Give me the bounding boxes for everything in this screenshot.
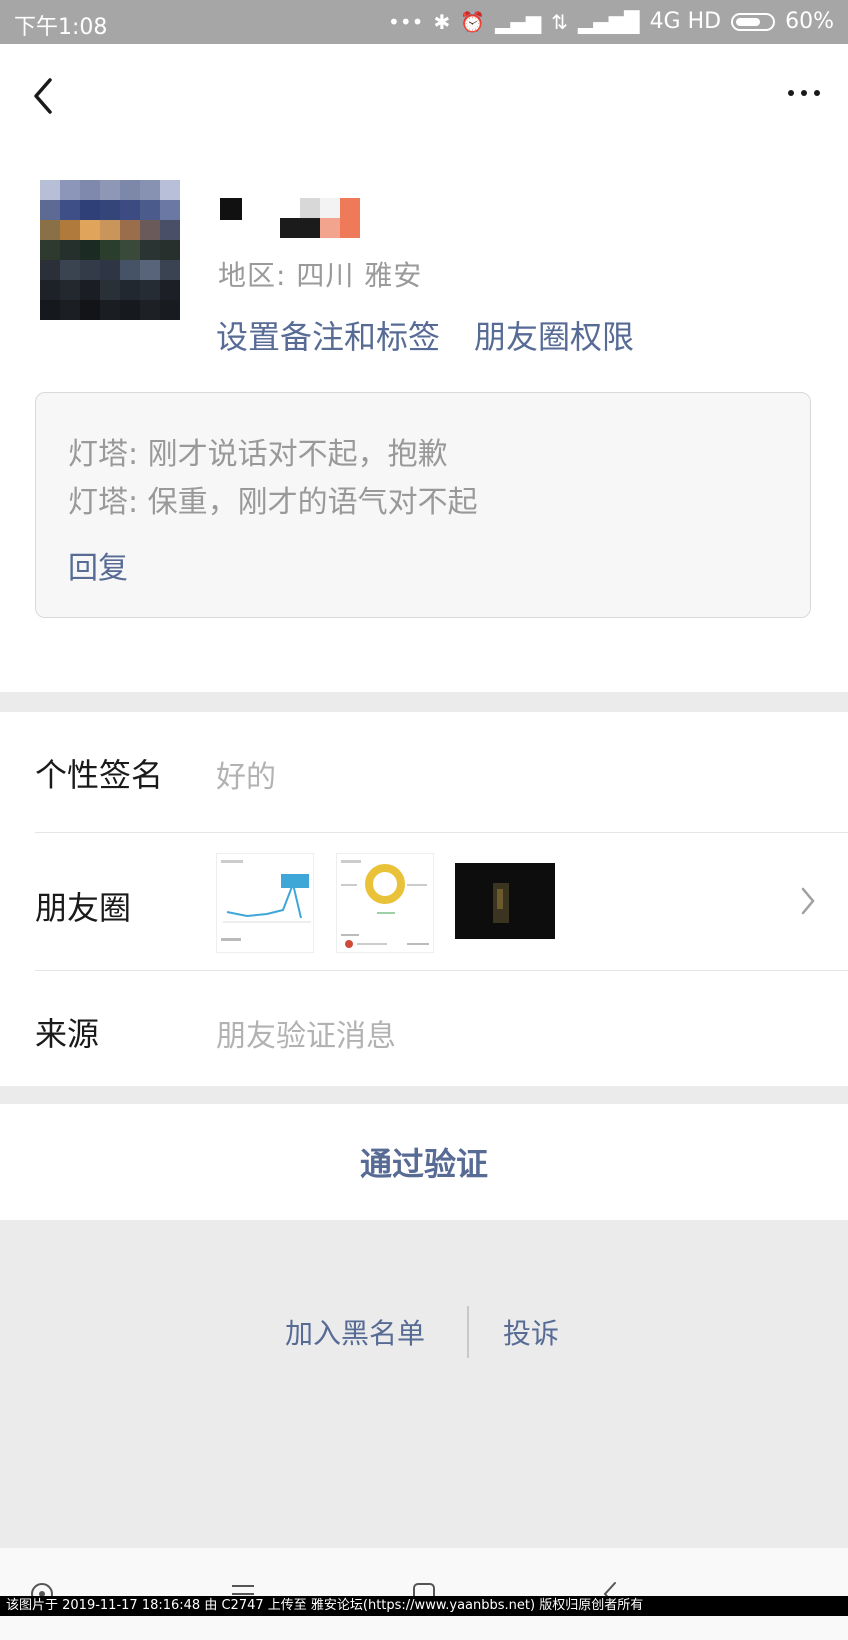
report-button[interactable]: 投诉 [503, 1306, 559, 1362]
chart-image-icon [221, 860, 311, 941]
more-dots-icon [788, 90, 794, 96]
status-time: 下午1:08 [14, 15, 108, 40]
profile-links: 设置备注和标签 朋友圈权限 [216, 312, 634, 358]
bottom-actions: 加入黑名单 投诉 [0, 1306, 848, 1366]
signal-icon: ▂▄▆ [495, 9, 542, 34]
moments-thumbnail[interactable] [216, 853, 314, 953]
reply-button[interactable]: 回复 [68, 543, 128, 587]
status-bar: 下午1:08 ••• ✱ ⏰ ▂▄▆ ⇅ ▂▄▆█ 4G HD 60% [0, 0, 848, 44]
status-icons: ••• ✱ ⏰ ▂▄▆ ⇅ ▂▄▆█ 4G HD 60% [388, 9, 834, 34]
source-value: 朋友验证消息 [216, 1019, 396, 1054]
source-row: 来源 朋友验证消息 [0, 971, 848, 1086]
action-separator [467, 1306, 469, 1358]
more-notifications-icon: ••• [388, 9, 424, 34]
pie-image-icon [341, 860, 429, 948]
nickname-obscured [220, 198, 360, 238]
upload-watermark: 该图片于 2019-11-17 18:16:48 由 C2747 上传至 雅安论… [0, 1596, 848, 1616]
back-chevron-icon [34, 78, 52, 114]
more-button[interactable] [788, 90, 820, 96]
moments-thumbnail[interactable] [336, 853, 434, 953]
battery-level: 60% [785, 9, 834, 34]
profile-card: 地区: 四川 雅安 设置备注和标签 朋友圈权限 灯塔: 刚才说话对不起，抱歉 灯… [0, 44, 848, 692]
bluetooth-icon: ✱ [433, 9, 451, 34]
system-navigation-bar [0, 1548, 848, 1640]
night-image-icon [493, 883, 509, 923]
moments-permission-link[interactable]: 朋友圈权限 [474, 312, 634, 358]
back-button[interactable] [24, 72, 64, 120]
approve-verification-button[interactable]: 通过验证 [0, 1104, 848, 1220]
chevron-right-icon [801, 887, 815, 915]
moments-thumbnail[interactable] [455, 863, 555, 939]
moments-row[interactable]: 朋友圈 [0, 833, 848, 970]
signature-row: 个性签名 好的 [0, 712, 848, 832]
source-label: 来源 [35, 1015, 100, 1053]
data-transfer-icon: ⇅ [551, 9, 569, 34]
moments-label: 朋友圈 [35, 889, 132, 927]
region-text: 地区: 四川 雅安 [218, 259, 423, 292]
blacklist-button[interactable]: 加入黑名单 [285, 1306, 425, 1362]
verify-section: 通过验证 [0, 1104, 848, 1220]
alarm-icon: ⏰ [460, 9, 486, 34]
verification-messages: 灯塔: 刚才说话对不起，抱歉 灯塔: 保重，刚才的语气对不起 回复 [35, 392, 811, 618]
signature-label: 个性签名 [35, 756, 164, 794]
battery-icon [731, 12, 776, 31]
message-line: 灯塔: 保重，刚才的语气对不起 [68, 485, 478, 520]
signal-strong-icon: ▂▄▆█ [578, 9, 640, 34]
info-list: 个性签名 好的 朋友圈 来源 朋友验证消息 [0, 712, 848, 1086]
set-remark-link[interactable]: 设置备注和标签 [216, 312, 440, 358]
message-line: 灯塔: 刚才说话对不起，抱歉 [68, 437, 448, 472]
avatar[interactable] [40, 180, 180, 320]
network-type: 4G HD [649, 9, 722, 34]
signature-value: 好的 [216, 760, 276, 795]
